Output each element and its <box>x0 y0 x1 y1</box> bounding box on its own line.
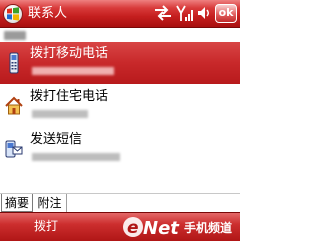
tab-bar: 摘要 附注 <box>0 193 240 212</box>
tab-notes[interactable]: 附注 <box>33 194 67 212</box>
start-menu-icon[interactable] <box>3 4 23 24</box>
phone-number-value <box>32 110 88 118</box>
item-label: 拨打移动电话 <box>30 46 109 61</box>
list-item-send-sms[interactable]: 发送短信 <box>0 128 240 170</box>
list-item-call-home[interactable]: 拨打住宅电话 <box>0 85 240 127</box>
volume-icon[interactable] <box>197 5 211 21</box>
window-title: 联系人 <box>28 6 68 21</box>
softkey-bar: 拨打 e Net 手机频道 <box>0 212 240 241</box>
svg-text:e: e <box>127 218 139 238</box>
home-icon <box>5 96 23 115</box>
title-bar: 联系人 ok <box>0 0 240 28</box>
connectivity-icon[interactable] <box>153 5 173 21</box>
enet-watermark-logo: e Net 手机频道 <box>123 217 232 239</box>
contact-header <box>0 28 240 42</box>
item-label: 拨打住宅电话 <box>30 89 109 104</box>
item-label: 发送短信 <box>30 132 83 147</box>
list-item-call-mobile[interactable]: 拨打移动电话 <box>0 42 240 84</box>
signal-icon[interactable] <box>176 5 194 22</box>
contact-name <box>4 31 26 40</box>
svg-text:Net: Net <box>143 218 180 239</box>
sms-icon <box>5 140 23 158</box>
svg-text:手机频道: 手机频道 <box>184 220 232 235</box>
softkey-call[interactable]: 拨打 <box>34 219 58 234</box>
phone-number-value <box>32 153 120 161</box>
tab-summary[interactable]: 摘要 <box>1 194 33 212</box>
ok-button[interactable]: ok <box>215 4 237 23</box>
phone-number-value <box>32 67 114 75</box>
mobile-phone-icon <box>9 52 19 74</box>
